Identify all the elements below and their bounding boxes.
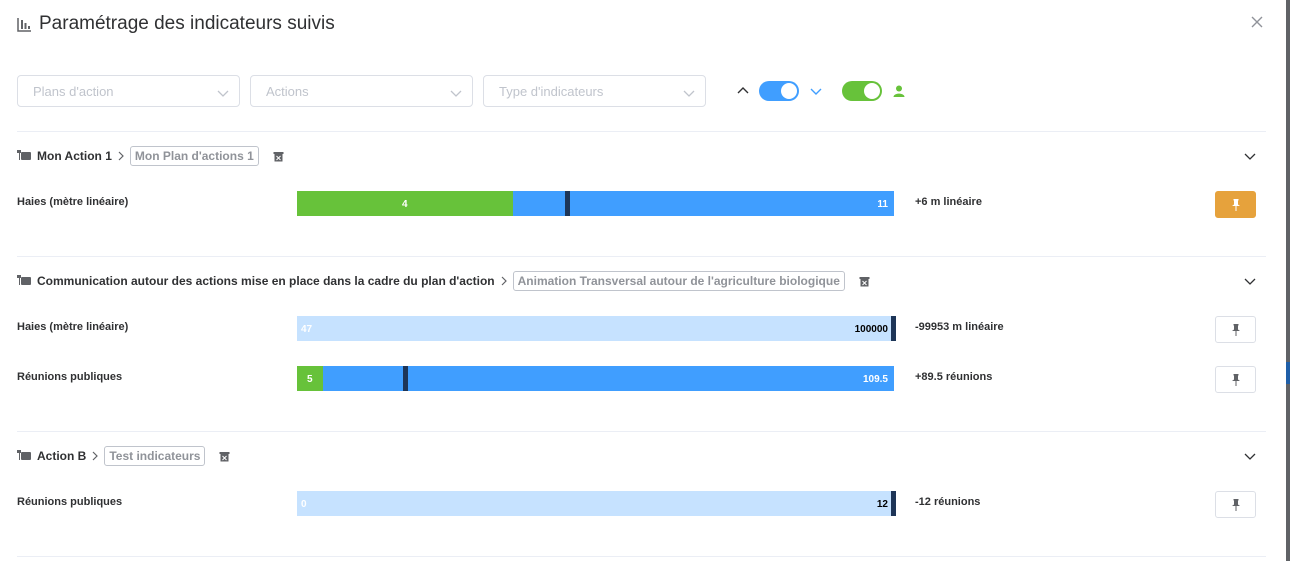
section-header: Communication autour des actions mise en…	[17, 270, 1266, 292]
action-name[interactable]: Mon Action 1	[37, 149, 112, 163]
delta-value: -12 réunions	[915, 496, 981, 508]
archive-icon[interactable]	[219, 450, 231, 462]
chevron-down-icon[interactable]	[1243, 274, 1257, 288]
chevron-down-icon[interactable]	[1243, 449, 1257, 463]
chevron-right-icon	[498, 275, 510, 287]
indicator-type-select[interactable]: Type d'indicateurs	[483, 75, 706, 107]
archive-icon[interactable]	[859, 275, 871, 287]
plan-tag[interactable]: Test indicateurs	[104, 446, 206, 466]
dialog-title: Paramétrage des indicateurs suivis	[39, 13, 335, 34]
progress-marker	[565, 191, 570, 216]
section-header: Action B Test indicateurs	[17, 445, 1266, 467]
target-value: 100000	[854, 324, 888, 335]
indicator-label: Réunions publiques	[17, 496, 123, 508]
delta-value: -99953 m linéaire	[915, 321, 1004, 333]
chevron-down-icon[interactable]	[1243, 149, 1257, 163]
section-divider	[17, 431, 1266, 432]
chevron-down-icon	[217, 86, 229, 98]
expand-switch[interactable]	[759, 81, 799, 101]
scrollbar-thumb[interactable]	[1286, 362, 1290, 384]
chevron-right-icon	[89, 450, 101, 462]
plans-select-placeholder: Plans d'action	[33, 83, 114, 99]
indicator-type-select-placeholder: Type d'indicateurs	[499, 83, 604, 99]
action-tree-icon	[17, 149, 32, 163]
action-tree-icon	[17, 449, 32, 463]
section-divider	[17, 556, 1266, 557]
progress-bar: 47 100000	[297, 316, 896, 341]
switch-knob	[781, 83, 797, 99]
progress-bar: 5 109.5	[297, 366, 894, 391]
switch-knob	[864, 83, 880, 99]
mine-only-switch[interactable]	[842, 81, 882, 101]
delta-value: +89.5 réunions	[915, 371, 993, 383]
progress-fill	[297, 366, 894, 391]
progress-marker	[891, 491, 896, 516]
action-tree-icon	[17, 274, 32, 288]
indicator-row: Réunions publiques 0 12 -12 réunions	[17, 491, 1266, 518]
user-icon	[893, 84, 907, 98]
chevron-down-icon	[683, 86, 695, 98]
pin-icon	[1231, 373, 1240, 386]
progress-bar: 4 11	[297, 191, 894, 216]
start-value: 4	[402, 199, 408, 210]
dialog-header: Paramétrage des indicateurs suivis	[17, 12, 1267, 36]
target-value: 109.5	[862, 374, 888, 385]
pin-button[interactable]	[1215, 191, 1256, 218]
pin-icon	[1231, 498, 1240, 511]
indicator-label: Haies (mètre linéaire)	[17, 321, 129, 333]
section-divider	[17, 256, 1266, 257]
target-value: 12	[876, 499, 888, 510]
actions-select-placeholder: Actions	[266, 83, 309, 99]
filter-bar: Plans d'action Actions Type d'indicateur…	[17, 75, 907, 107]
chevron-down-icon	[450, 86, 462, 98]
chart-icon	[17, 16, 33, 32]
action-name[interactable]: Communication autour des actions mise en…	[37, 274, 495, 288]
plans-select[interactable]: Plans d'action	[17, 75, 240, 107]
progress-bar: 0 12	[297, 491, 896, 516]
expand-toggle-group	[726, 81, 907, 101]
chevron-up-icon[interactable]	[736, 84, 750, 98]
indicator-row: Réunions publiques 5 109.5 +89.5 réunion…	[17, 366, 1266, 393]
pin-button[interactable]	[1215, 366, 1256, 393]
actions-select[interactable]: Actions	[250, 75, 473, 107]
indicator-row: Haies (mètre linéaire) 4 11 +6 m linéair…	[17, 191, 1266, 218]
start-value: 0	[301, 499, 307, 510]
chevron-right-icon	[115, 150, 127, 162]
pin-icon	[1231, 323, 1240, 336]
close-icon[interactable]	[1249, 14, 1265, 30]
indicator-label: Haies (mètre linéaire)	[17, 196, 129, 208]
pin-button[interactable]	[1215, 491, 1256, 518]
progress-marker	[403, 366, 408, 391]
archive-icon[interactable]	[273, 150, 285, 162]
pin-button[interactable]	[1215, 316, 1256, 343]
chevron-down-icon[interactable]	[809, 84, 823, 98]
action-name[interactable]: Action B	[37, 449, 86, 463]
indicator-label: Réunions publiques	[17, 371, 123, 383]
pin-icon	[1231, 198, 1240, 211]
start-value: 5	[307, 374, 313, 385]
section-divider	[17, 131, 1266, 132]
section-header: Mon Action 1 Mon Plan d'actions 1	[17, 145, 1266, 167]
progress-marker	[891, 316, 896, 341]
indicator-row: Haies (mètre linéaire) 47 100000 -99953 …	[17, 316, 1266, 343]
target-value: 11	[877, 199, 888, 210]
plan-tag[interactable]: Mon Plan d'actions 1	[129, 146, 259, 166]
start-value: 47	[301, 324, 313, 335]
scrollbar-track[interactable]	[1286, 0, 1290, 561]
delta-value: +6 m linéaire	[915, 196, 982, 208]
plan-tag[interactable]: Animation Transversal autour de l'agricu…	[512, 271, 845, 291]
